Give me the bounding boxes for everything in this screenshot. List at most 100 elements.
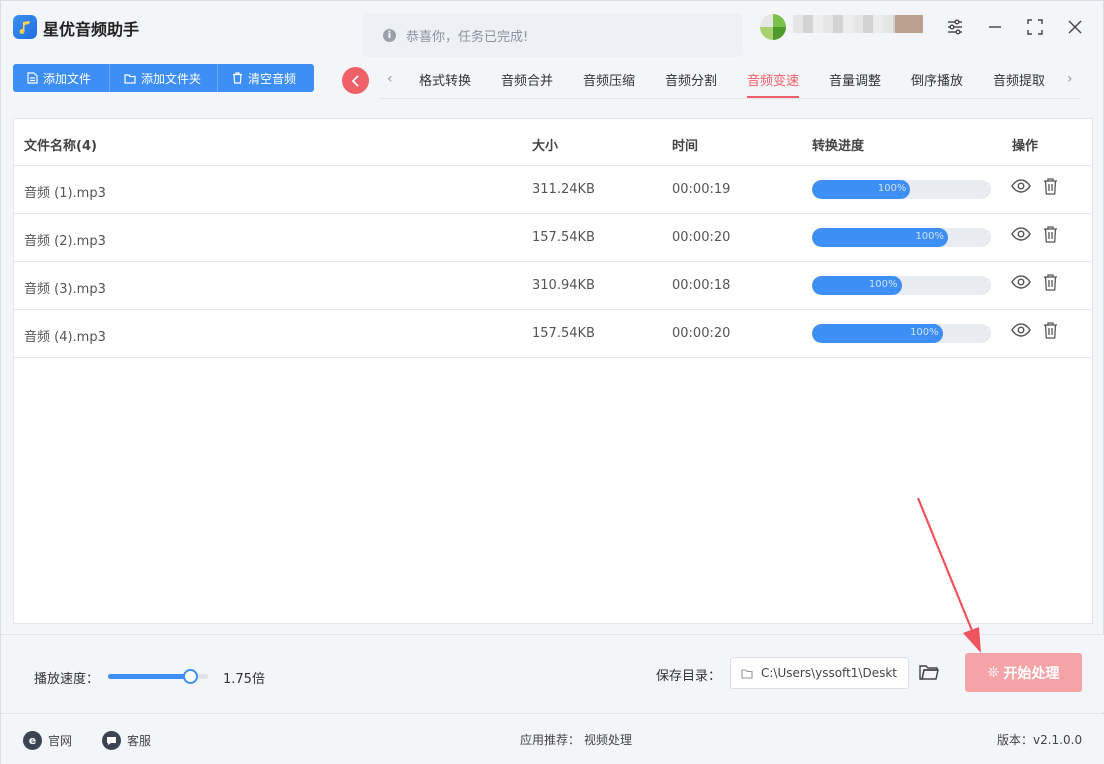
delete-trash-icon[interactable] <box>1043 274 1058 295</box>
speed-slider-fill <box>108 674 190 679</box>
recommend-label: 应用推荐： <box>520 733 581 747</box>
progress-label: 100% <box>868 279 898 290</box>
delete-trash-icon[interactable] <box>1043 178 1058 199</box>
table-row[interactable]: 音频 (4).mp3 157.54KB 00:00:20 100% <box>14 310 1092 358</box>
spinner-icon: ❊ <box>987 664 1000 681</box>
delete-trash-icon[interactable] <box>1043 322 1058 343</box>
header-actions: 操作 <box>1012 139 1039 154</box>
table-header: 文件名称(4) 大小 时间 转换进度 操作 <box>14 119 1092 166</box>
progress-bar: 100% <box>812 228 991 247</box>
table-row[interactable]: 音频 (3).mp3 310.94KB 00:00:18 100% <box>14 262 1092 310</box>
start-processing-button[interactable]: ❊ 开始处理 <box>965 653 1082 692</box>
progress-bar: 100% <box>812 324 991 343</box>
version-info: 版本：v2.1.0.0 <box>997 731 1082 748</box>
support-label: 客服 <box>127 734 152 748</box>
file-size: 310.94KB <box>532 278 595 293</box>
progress-label: 100% <box>910 327 939 338</box>
browse-folder-icon[interactable] <box>919 663 939 685</box>
user-name-blurred[interactable] <box>793 15 923 33</box>
title-bar: 星优音频助手 i 恭喜你，任务已完成! <box>1 1 1104 57</box>
tab-audio-compress[interactable]: 音频压缩 <box>583 70 635 98</box>
tabs-scroll-right-icon[interactable]: › <box>1067 71 1073 87</box>
header-progress: 转换进度 <box>812 139 865 154</box>
table-row[interactable]: 音频 (1).mp3 311.24KB 00:00:19 100% <box>14 166 1092 214</box>
browser-e-icon: e <box>23 731 42 750</box>
progress-bar: 100% <box>812 180 991 199</box>
file-icon <box>27 72 38 84</box>
save-dir-label: 保存目录： <box>656 669 722 684</box>
version-label: 版本：v2.1.0.0 <box>997 733 1083 747</box>
preview-eye-icon[interactable] <box>1011 179 1031 197</box>
progress-fill: 100% <box>812 276 902 295</box>
website-label: 官网 <box>48 734 73 748</box>
delete-trash-icon[interactable] <box>1043 226 1058 247</box>
app-recommendation: 应用推荐： 视频处理 <box>520 731 632 748</box>
table-row[interactable]: 音频 (2).mp3 157.54KB 00:00:20 100% <box>14 214 1092 262</box>
clear-audio-label: 清空音频 <box>248 71 297 86</box>
file-table: 文件名称(4) 大小 时间 转换进度 操作 音频 (1).mp3 311.24K… <box>13 118 1093 624</box>
file-duration: 00:00:19 <box>672 182 731 197</box>
tab-reverse-play[interactable]: 倒序播放 <box>911 70 963 98</box>
folder-outline-icon <box>741 668 753 679</box>
save-path-value: C:\Users\yssoft1\Deskt <box>761 666 897 680</box>
progress-fill: 100% <box>812 228 949 247</box>
speed-label: 播放速度： <box>34 672 100 687</box>
chat-bubble-icon <box>102 731 121 750</box>
file-name: 音频 (1).mp3 <box>24 186 106 201</box>
close-icon[interactable] <box>1063 15 1087 39</box>
preview-eye-icon[interactable] <box>1011 227 1031 245</box>
file-name: 音频 (3).mp3 <box>24 282 106 297</box>
preview-eye-icon[interactable] <box>1011 323 1031 341</box>
info-icon: i <box>383 28 396 42</box>
tab-volume-adjust[interactable]: 音量调整 <box>829 70 881 98</box>
file-size: 157.54KB <box>532 326 595 341</box>
add-folder-button[interactable]: 添加文件夹 <box>110 64 218 92</box>
file-toolbar: 添加文件 添加文件夹 清空音频 <box>13 64 314 92</box>
tab-audio-extract[interactable]: 音频提取 <box>993 70 1045 98</box>
progress-bar: 100% <box>812 276 991 295</box>
app-title: 星优音频助手 <box>43 20 140 39</box>
progress-label: 100% <box>915 231 945 242</box>
avatar[interactable] <box>760 14 786 40</box>
file-name: 音频 (4).mp3 <box>24 330 106 345</box>
add-file-label: 添加文件 <box>43 71 92 86</box>
file-duration: 00:00:18 <box>672 278 731 293</box>
tab-audio-merge[interactable]: 音频合并 <box>501 70 553 98</box>
header-file-name: 文件名称(4) <box>24 139 97 154</box>
file-name: 音频 (2).mp3 <box>24 234 106 249</box>
preview-eye-icon[interactable] <box>1011 275 1031 293</box>
recommend-video-link[interactable]: 视频处理 <box>584 731 632 748</box>
support-link[interactable]: 客服 <box>102 731 151 750</box>
progress-fill: 100% <box>812 180 911 199</box>
clear-audio-button[interactable]: 清空音频 <box>218 64 314 92</box>
app-logo-icon <box>13 15 37 39</box>
speed-slider-handle[interactable] <box>183 669 198 684</box>
file-duration: 00:00:20 <box>672 230 731 245</box>
app-window: 星优音频助手 i 恭喜你，任务已完成! 添加文件 添加文件夹 清空音频 ‹ 格式… <box>0 0 1104 764</box>
feature-tabs: ‹ 格式转换 音频合并 音频压缩 音频分割 音频变速 音量调整 倒序播放 音频提… <box>379 63 1079 99</box>
save-path-field[interactable]: C:\Users\yssoft1\Deskt <box>730 657 909 689</box>
notice-text: 恭喜你，任务已完成! <box>406 29 529 45</box>
trash-icon <box>232 72 243 84</box>
file-size: 157.54KB <box>532 230 595 245</box>
progress-fill: 100% <box>812 324 943 343</box>
minimize-icon[interactable] <box>983 15 1007 39</box>
start-processing-label: 开始处理 <box>1003 665 1060 682</box>
settings-sliders-icon[interactable] <box>943 15 967 39</box>
tab-audio-split[interactable]: 音频分割 <box>665 70 717 98</box>
header-time: 时间 <box>672 139 699 154</box>
tab-audio-speed[interactable]: 音频变速 <box>747 70 800 98</box>
add-file-button[interactable]: 添加文件 <box>13 64 110 92</box>
tab-format-convert[interactable]: 格式转换 <box>419 70 471 98</box>
header-size: 大小 <box>532 139 559 154</box>
file-size: 311.24KB <box>532 182 595 197</box>
collapse-back-button[interactable] <box>342 67 369 94</box>
completion-notice: i 恭喜你，任务已完成! <box>363 13 743 57</box>
maximize-icon[interactable] <box>1023 15 1047 39</box>
progress-label: 100% <box>877 183 907 194</box>
tabs-scroll-left-icon[interactable]: ‹ <box>387 71 393 87</box>
folder-icon <box>124 73 136 84</box>
website-link[interactable]: e 官网 <box>23 731 72 750</box>
file-duration: 00:00:20 <box>672 326 731 341</box>
speed-value: 1.75倍 <box>223 672 265 687</box>
